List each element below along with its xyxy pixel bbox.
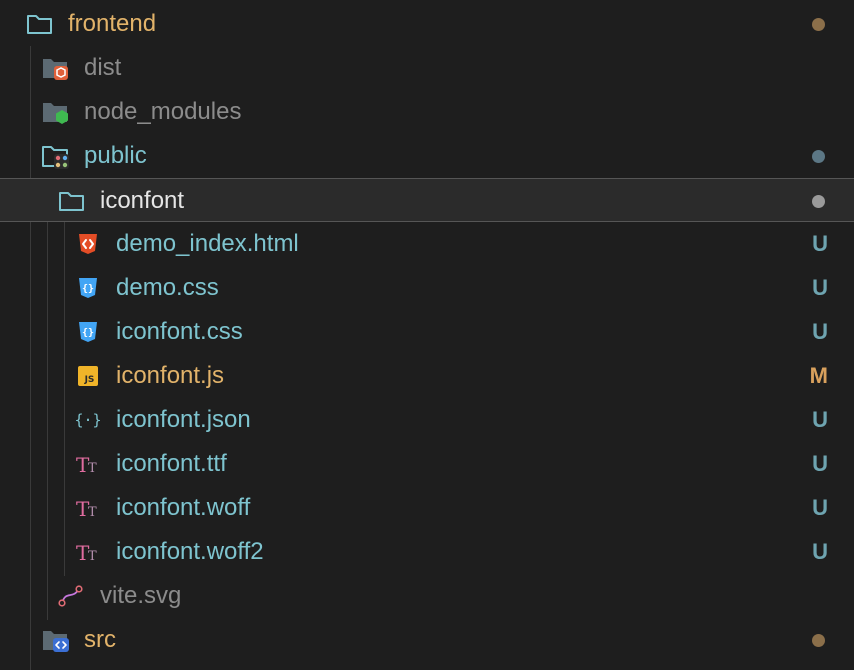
tree-item-file[interactable]: T T iconfont.woff U xyxy=(0,486,854,530)
tree-item-label: iconfont.woff2 xyxy=(116,538,264,565)
tree-item-label: public xyxy=(84,142,147,169)
folder-dist-icon xyxy=(42,56,68,80)
tree-item-label: iconfont.css xyxy=(116,318,243,345)
folder-node-icon xyxy=(42,100,68,124)
status-dot xyxy=(812,195,825,208)
git-status-badge: U xyxy=(812,451,828,476)
tree-item-file[interactable]: JS iconfont.js M xyxy=(0,354,854,398)
git-status-badge: U xyxy=(812,319,828,344)
tree-item-label: iconfont.js xyxy=(116,362,225,389)
css-file-icon: {} xyxy=(76,320,102,344)
tree-item-src[interactable]: src xyxy=(0,618,854,662)
svg-text:{}: {} xyxy=(82,328,94,339)
status-dot-modified xyxy=(812,18,825,31)
svg-text:{}: {} xyxy=(82,284,94,295)
tree-item-label: iconfont xyxy=(100,187,185,214)
tree-item-label: vite.svg xyxy=(100,582,182,609)
tree-item-label: demo.css xyxy=(116,274,219,301)
tree-item-file[interactable]: {} iconfont.css U xyxy=(0,310,854,354)
tree-item-label: iconfont.json xyxy=(116,406,251,433)
svg-file-icon xyxy=(58,584,84,608)
font-file-icon: T T xyxy=(76,496,102,520)
svg-text:T: T xyxy=(88,505,97,520)
svg-text:JS: JS xyxy=(84,375,95,385)
tree-item-label: node_modules xyxy=(84,98,242,125)
git-status-badge: U xyxy=(812,539,828,564)
tree-item-label: src xyxy=(84,626,116,653)
folder-open-outline-icon xyxy=(26,12,52,36)
tree-item-file[interactable]: {·} iconfont.json U xyxy=(0,398,854,442)
folder-open-outline-icon xyxy=(58,189,84,213)
tree-item-iconfont-folder[interactable]: iconfont xyxy=(0,178,854,222)
git-status-badge: U xyxy=(812,231,828,256)
git-status-badge: U xyxy=(812,407,828,432)
tree-item-label: dist xyxy=(84,54,122,81)
status-dot xyxy=(812,150,825,163)
git-status-badge: U xyxy=(812,495,828,520)
status-dot-modified xyxy=(812,634,825,647)
folder-public-icon xyxy=(42,144,69,169)
tree-item-file[interactable]: T T iconfont.ttf U xyxy=(0,442,854,486)
tree-item-node-modules[interactable]: node_modules xyxy=(0,90,854,134)
tree-item-dist[interactable]: dist xyxy=(0,46,854,90)
tree-item-file[interactable]: demo_index.html U xyxy=(0,222,854,266)
font-file-icon: T T xyxy=(76,452,102,476)
tree-item-label: iconfont.woff xyxy=(116,494,251,521)
json-file-icon: {·} xyxy=(74,408,101,432)
tree-item-label: iconfont.ttf xyxy=(116,450,227,477)
tree-item-public[interactable]: public xyxy=(0,134,854,178)
tree-item-frontend[interactable]: frontend xyxy=(0,2,854,46)
svg-text:T: T xyxy=(88,549,97,564)
tree-item-label: frontend xyxy=(68,10,157,37)
tree-item-label: demo_index.html xyxy=(116,230,299,257)
svg-text:T: T xyxy=(88,461,97,476)
svg-text:{·}: {·} xyxy=(74,411,101,429)
html-file-icon xyxy=(76,232,102,256)
tree-item-file[interactable]: vite.svg xyxy=(0,574,854,618)
folder-src-icon xyxy=(42,628,69,652)
tree-item-file[interactable]: {} demo.css U xyxy=(0,266,854,310)
css-file-icon: {} xyxy=(76,276,102,300)
tree-item-file[interactable]: T T iconfont.woff2 U xyxy=(0,530,854,574)
git-status-badge: M xyxy=(809,363,828,388)
git-status-badge: U xyxy=(812,275,828,300)
font-file-icon: T T xyxy=(76,540,102,564)
js-file-icon: JS xyxy=(76,364,102,388)
file-explorer-tree: frontend dist node_modules public iconfo… xyxy=(0,0,854,670)
